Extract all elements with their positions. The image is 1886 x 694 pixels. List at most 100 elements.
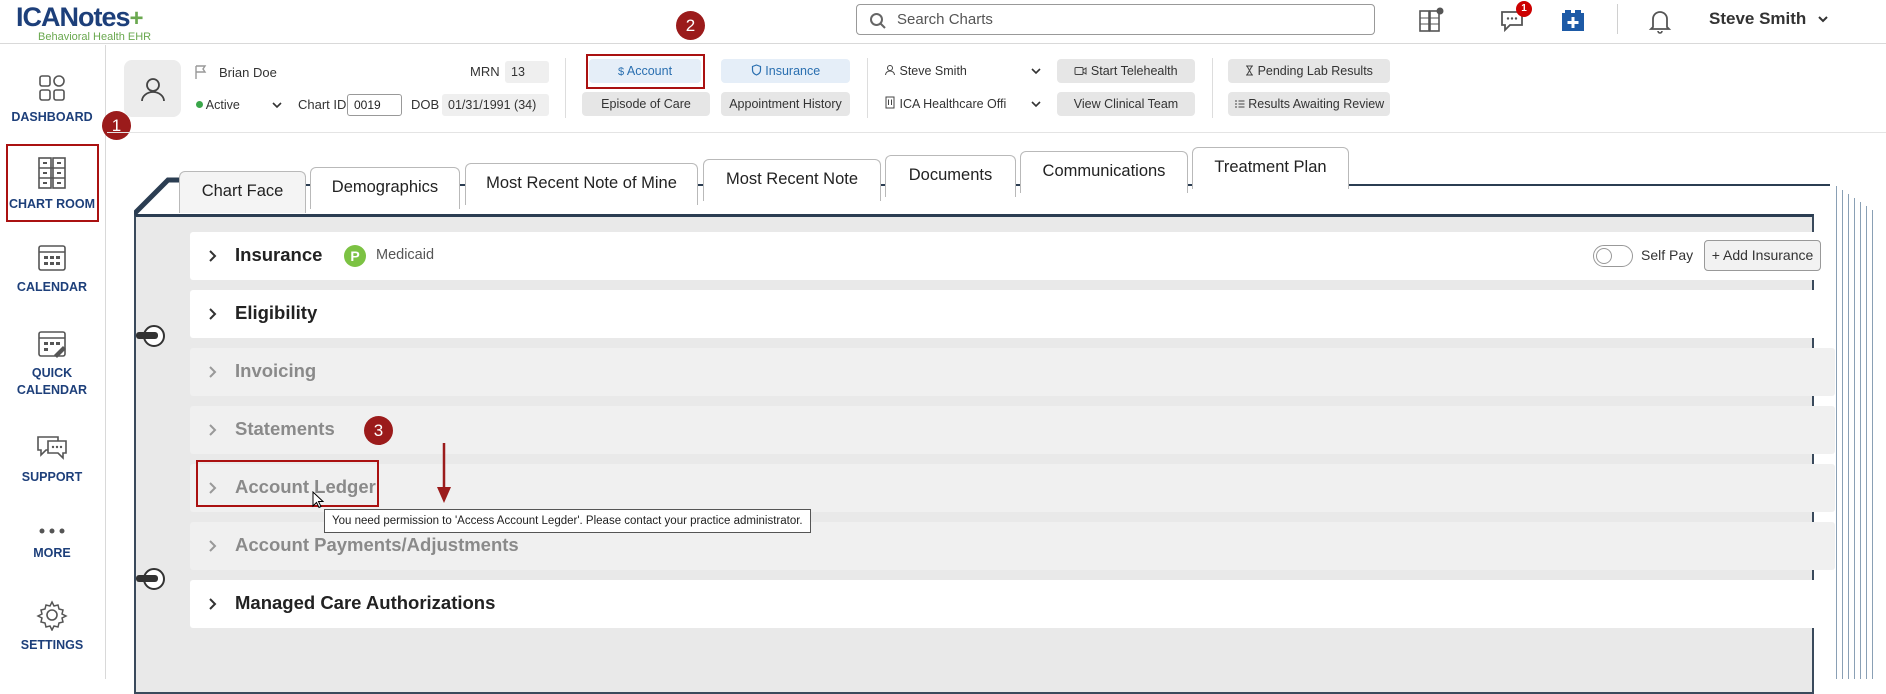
- pending-lab-results-label: Pending Lab Results: [1257, 64, 1373, 78]
- nav-label: CALENDAR: [16, 383, 88, 397]
- tab-treatment-plan[interactable]: Treatment Plan: [1192, 147, 1349, 189]
- primary-insurance-badge: P: [344, 245, 366, 267]
- flag-icon[interactable]: [194, 65, 208, 80]
- patient-status-select[interactable]: Active: [196, 93, 287, 117]
- section-title: Insurance: [235, 244, 323, 265]
- chevron-down-icon: [1818, 16, 1828, 23]
- appointment-history-button[interactable]: Appointment History: [721, 92, 850, 116]
- nav-quick-calendar[interactable]: QUICK CALENDAR: [0, 327, 104, 399]
- nav-settings[interactable]: SETTINGS: [0, 599, 104, 654]
- page-edge: [1836, 186, 1837, 679]
- user-menu[interactable]: Steve Smith: [1709, 9, 1829, 29]
- nav-label: QUICK: [31, 366, 73, 380]
- status-value: Active: [205, 98, 240, 112]
- topbar-divider: [1617, 4, 1618, 34]
- add-insurance-button[interactable]: + Add Insurance: [1704, 240, 1821, 271]
- view-clinical-team-button[interactable]: View Clinical Team: [1057, 92, 1195, 116]
- nav-label: DASHBOARD: [11, 110, 93, 124]
- insurance-plan-name: Medicaid: [376, 247, 435, 263]
- page-edge: [1842, 190, 1843, 679]
- tab-most-recent-note[interactable]: Most Recent Note: [703, 159, 881, 201]
- tab-communications[interactable]: Communications: [1020, 151, 1188, 193]
- self-pay-label: Self Pay: [1641, 247, 1694, 263]
- app-logo[interactable]: ICANotes+ Behavioral Health EHR: [16, 2, 151, 43]
- more-dots-icon: [39, 528, 65, 534]
- nav-label: SETTINGS: [20, 638, 84, 652]
- provider-select[interactable]: Steve Smith: [884, 59, 1046, 83]
- chevron-down-icon: [1031, 68, 1041, 75]
- invoicing-section: Invoicing: [190, 348, 1835, 396]
- dashboard-icon: [39, 75, 65, 101]
- patient-avatar[interactable]: [124, 60, 181, 117]
- mrn-label: MRN: [470, 64, 500, 79]
- gear-icon: [36, 600, 68, 631]
- insurance-label: Insurance: [765, 64, 821, 78]
- office-select[interactable]: ICA Healthcare Offi: [884, 92, 1046, 116]
- patient-name: Brian Doe: [219, 65, 277, 80]
- insurance-button[interactable]: Insurance: [721, 59, 850, 83]
- search-input[interactable]: [897, 8, 1357, 31]
- tab-chart-face[interactable]: Chart Face: [179, 171, 306, 213]
- section-title: Managed Care Authorizations: [235, 592, 496, 613]
- arrow-down-annotation: [437, 443, 451, 503]
- office-value: ICA Healthcare Offi: [899, 97, 1007, 111]
- mouse-pointer-icon: [312, 491, 324, 509]
- user-name: Steve Smith: [1709, 9, 1807, 28]
- chart-cabinet-add-icon[interactable]: [1416, 6, 1446, 36]
- logo-subtitle: Behavioral Health EHR: [38, 31, 152, 43]
- nav-more[interactable]: MORE: [0, 525, 104, 562]
- dob-label: DOB: [411, 97, 440, 112]
- step-marker-2: 2: [676, 11, 705, 40]
- hourglass-icon: [1246, 65, 1254, 76]
- chart-id-field[interactable]: 0019: [347, 94, 402, 116]
- header-bottom-divider: [107, 132, 1886, 133]
- pending-lab-results-button[interactable]: Pending Lab Results: [1228, 59, 1390, 83]
- self-pay-toggle[interactable]: [1593, 245, 1633, 267]
- tab-most-recent-note-of-mine[interactable]: Most Recent Note of Mine: [465, 163, 698, 205]
- checklist-icon: [1234, 100, 1245, 108]
- chevron-right-icon: [209, 598, 217, 610]
- episode-of-care-button[interactable]: Episode of Care: [582, 92, 710, 116]
- insurance-section[interactable]: Insurance P Medicaid Self Pay + Add Insu…: [190, 232, 1835, 280]
- managed-care-section[interactable]: Managed Care Authorizations: [190, 580, 1835, 628]
- calendar-icon: [38, 245, 66, 271]
- eligibility-section[interactable]: Eligibility: [190, 290, 1835, 338]
- header-divider: [1212, 58, 1213, 118]
- chevron-right-icon: [209, 424, 217, 436]
- results-awaiting-review-button[interactable]: Results Awaiting Review: [1228, 92, 1390, 116]
- building-icon: [885, 96, 895, 109]
- chevron-down-icon: [272, 102, 282, 109]
- step-marker-3: 3: [364, 416, 393, 445]
- notifications-bell-icon[interactable]: [1645, 6, 1675, 36]
- quick-calendar-icon: [38, 331, 66, 358]
- section-title: Statements: [235, 418, 335, 439]
- add-task-icon[interactable]: [1558, 6, 1588, 36]
- binder-ring-bar: [136, 332, 158, 339]
- tab-demographics[interactable]: Demographics: [310, 167, 460, 209]
- page-edge: [1866, 206, 1867, 679]
- nav-dashboard[interactable]: DASHBOARD: [0, 73, 104, 126]
- nav-label: SUPPORT: [21, 470, 83, 484]
- tab-documents[interactable]: Documents: [885, 155, 1016, 197]
- binder-ring-bar: [136, 575, 158, 582]
- status-dot: [196, 101, 203, 108]
- account-highlight: [586, 54, 705, 89]
- user-avatar-icon: [140, 77, 165, 101]
- start-telehealth-button[interactable]: Start Telehealth: [1057, 59, 1195, 83]
- page-edge: [1848, 194, 1849, 679]
- video-camera-icon: [1074, 67, 1087, 75]
- search-charts-box[interactable]: [856, 4, 1375, 35]
- chart-id-label: Chart ID: [298, 97, 347, 112]
- start-telehealth-label: Start Telehealth: [1090, 64, 1178, 78]
- account-ledger-highlight: [196, 460, 379, 507]
- nav-label: MORE: [33, 546, 71, 560]
- nav-support[interactable]: SUPPORT: [0, 431, 104, 486]
- permission-tooltip: You need permission to 'Access Account L…: [324, 509, 811, 533]
- page-edge: [1854, 198, 1855, 679]
- person-icon: [885, 65, 895, 76]
- chart-room-highlight: [6, 144, 99, 222]
- shield-icon: [751, 64, 761, 76]
- nav-label: CALENDAR: [16, 280, 88, 294]
- top-bar: ICANotes+ Behavioral Health EHR 1 Steve …: [0, 0, 1886, 44]
- nav-calendar[interactable]: CALENDAR: [0, 241, 104, 296]
